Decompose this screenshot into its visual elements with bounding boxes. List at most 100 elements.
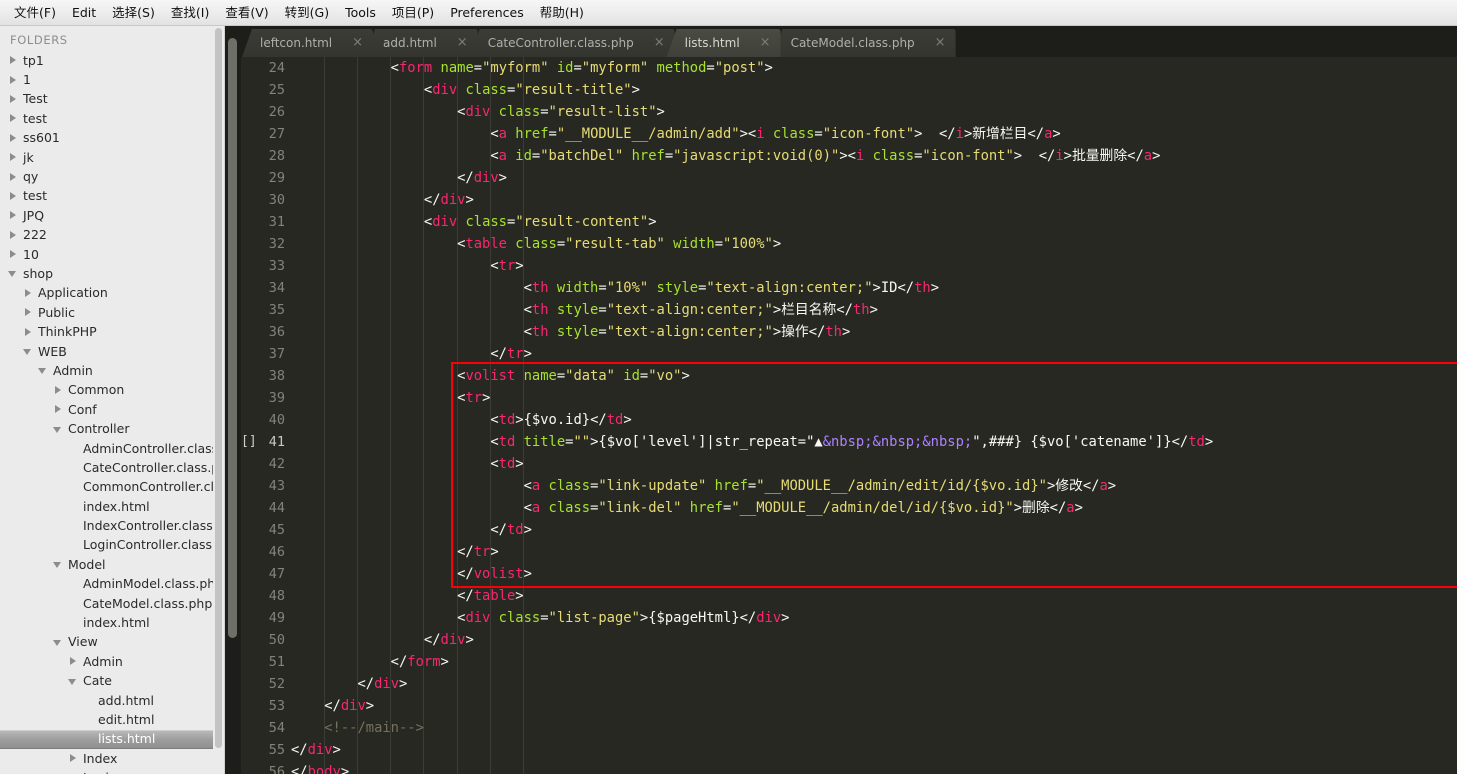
tree-file-item[interactable]: add.html xyxy=(0,691,224,710)
tree-file-item[interactable]: CateModel.class.php xyxy=(0,594,224,613)
chevron-down-icon[interactable] xyxy=(68,676,79,687)
editor-tab[interactable]: leftcon.html × xyxy=(242,29,374,57)
code-line[interactable]: </body> xyxy=(291,761,1457,774)
chevron-right-icon[interactable] xyxy=(8,249,19,260)
menu-item[interactable]: Preferences xyxy=(442,2,532,24)
code-line[interactable]: </div> xyxy=(291,189,1457,211)
code-line[interactable]: <tr> xyxy=(291,387,1457,409)
chevron-right-icon[interactable] xyxy=(8,55,19,66)
chevron-right-icon[interactable] xyxy=(8,191,19,202)
code-line[interactable]: </td> xyxy=(291,519,1457,541)
menu-item[interactable]: Tools xyxy=(337,2,384,24)
code-line[interactable]: <td> xyxy=(291,453,1457,475)
chevron-right-icon[interactable] xyxy=(8,152,19,163)
tree-folder-item[interactable]: ss601 xyxy=(0,129,224,148)
code-line[interactable]: </volist> xyxy=(291,563,1457,585)
code-line[interactable]: </div> xyxy=(291,739,1457,761)
editor-tab[interactable]: CateModel.class.php × xyxy=(772,29,956,57)
chevron-right-icon[interactable] xyxy=(8,172,19,183)
tree-folder-item[interactable]: tp1 xyxy=(0,51,224,70)
chevron-right-icon[interactable] xyxy=(23,288,34,299)
code-line[interactable]: <table class="result-tab" width="100%"> xyxy=(291,233,1457,255)
tree-folder-item[interactable]: test xyxy=(0,109,224,128)
tree-file-item[interactable]: CommonController.class.php xyxy=(0,478,224,497)
tree-file-item[interactable]: IndexController.class.php xyxy=(0,516,224,535)
code-line[interactable]: <div class="result-title"> xyxy=(291,79,1457,101)
code-line[interactable]: <div class="result-list"> xyxy=(291,101,1457,123)
menu-item[interactable]: Edit xyxy=(64,2,104,24)
chevron-right-icon[interactable] xyxy=(23,307,34,318)
code-line[interactable]: <td title="">{$vo['level']|str_repeat="▲… xyxy=(291,431,1457,453)
chevron-down-icon[interactable] xyxy=(53,424,64,435)
tree-file-item[interactable]: AdminModel.class.php xyxy=(0,575,224,594)
chevron-down-icon[interactable] xyxy=(8,268,19,279)
tree-folder-item[interactable]: Admin xyxy=(0,652,224,671)
editor-vertical-scrollbar[interactable] xyxy=(225,26,241,774)
code-line[interactable]: <a href="__MODULE__/admin/add"><i class=… xyxy=(291,123,1457,145)
tree-file-item[interactable]: AdminController.class.php xyxy=(0,439,224,458)
code-line[interactable]: <a class="link-update" href="__MODULE__/… xyxy=(291,475,1457,497)
close-icon[interactable]: × xyxy=(650,36,665,49)
tree-folder-item[interactable]: 10 xyxy=(0,245,224,264)
tree-folder-item[interactable]: jk xyxy=(0,148,224,167)
code-line[interactable]: </form> xyxy=(291,651,1457,673)
menu-item[interactable]: 查找(I) xyxy=(163,2,217,24)
chevron-right-icon[interactable] xyxy=(8,94,19,105)
editor-tab[interactable]: lists.html × xyxy=(666,29,781,57)
tree-folder-item[interactable]: Admin xyxy=(0,361,224,380)
editor-tab[interactable]: CateController.class.php × xyxy=(469,29,675,57)
chevron-right-icon[interactable] xyxy=(8,230,19,241)
tree-folder-item[interactable]: qy xyxy=(0,167,224,186)
code-line[interactable]: <!--/main--> xyxy=(291,717,1457,739)
tree-file-item[interactable]: edit.html xyxy=(0,710,224,729)
tree-folder-item[interactable]: Conf xyxy=(0,400,224,419)
tree-folder-item[interactable]: View xyxy=(0,633,224,652)
menu-item[interactable]: 查看(V) xyxy=(217,2,276,24)
tree-folder-item[interactable]: Application xyxy=(0,284,224,303)
chevron-right-icon[interactable] xyxy=(68,753,79,764)
close-icon[interactable]: × xyxy=(348,36,363,49)
menu-item[interactable]: 选择(S) xyxy=(104,2,163,24)
code-line[interactable]: <th style="text-align:center;">栏目名称</th> xyxy=(291,299,1457,321)
close-icon[interactable]: × xyxy=(931,36,946,49)
tree-folder-item[interactable]: Login xyxy=(0,768,224,774)
menu-item[interactable]: 转到(G) xyxy=(277,2,337,24)
tree-file-item[interactable]: index.html xyxy=(0,497,224,516)
chevron-right-icon[interactable] xyxy=(68,656,79,667)
code-line[interactable]: </div> xyxy=(291,673,1457,695)
code-line[interactable]: </div> xyxy=(291,167,1457,189)
menu-item[interactable]: 项目(P) xyxy=(384,2,442,24)
tree-file-item[interactable]: lists.html xyxy=(0,729,224,750)
tree-file-item[interactable]: CateController.class.php xyxy=(0,458,224,477)
close-icon[interactable]: × xyxy=(453,36,468,49)
tree-folder-item[interactable]: Index xyxy=(0,749,224,768)
tree-folder-item[interactable]: Controller xyxy=(0,419,224,438)
code-content[interactable]: <form name="myform" id="myform" method="… xyxy=(291,57,1457,774)
chevron-down-icon[interactable] xyxy=(38,365,49,376)
tree-folder-item[interactable]: Test xyxy=(0,90,224,109)
tree-folder-item[interactable]: Public xyxy=(0,303,224,322)
chevron-down-icon[interactable] xyxy=(53,637,64,648)
tree-file-item[interactable]: index.html xyxy=(0,613,224,632)
code-line[interactable]: <a id="batchDel" href="javascript:void(0… xyxy=(291,145,1457,167)
sidebar-scrollbar-thumb[interactable] xyxy=(215,28,222,748)
tree-folder-item[interactable]: shop xyxy=(0,264,224,283)
code-line[interactable]: <tr> xyxy=(291,255,1457,277)
chevron-down-icon[interactable] xyxy=(53,559,64,570)
menu-item[interactable]: 帮助(H) xyxy=(532,2,592,24)
tree-folder-item[interactable]: WEB xyxy=(0,342,224,361)
chevron-right-icon[interactable] xyxy=(23,327,34,338)
chevron-right-icon[interactable] xyxy=(53,404,64,415)
editor-tab[interactable]: add.html × xyxy=(365,29,478,57)
code-line[interactable]: </div> xyxy=(291,695,1457,717)
tree-folder-item[interactable]: 222 xyxy=(0,226,224,245)
chevron-down-icon[interactable] xyxy=(23,346,34,357)
code-line[interactable]: </div> xyxy=(291,629,1457,651)
chevron-right-icon[interactable] xyxy=(8,75,19,86)
chevron-right-icon[interactable] xyxy=(53,385,64,396)
tree-folder-item[interactable]: ThinkPHP xyxy=(0,322,224,341)
code-line[interactable]: <div class="result-content"> xyxy=(291,211,1457,233)
code-area[interactable]: 24 25 26 27 28 29 30 31 32 33 34 35 36 37 38 39 40 [] 41 42… xyxy=(241,57,1457,774)
tree-folder-item[interactable]: Model xyxy=(0,555,224,574)
code-line[interactable]: <a class="link-del" href="__MODULE__/adm… xyxy=(291,497,1457,519)
